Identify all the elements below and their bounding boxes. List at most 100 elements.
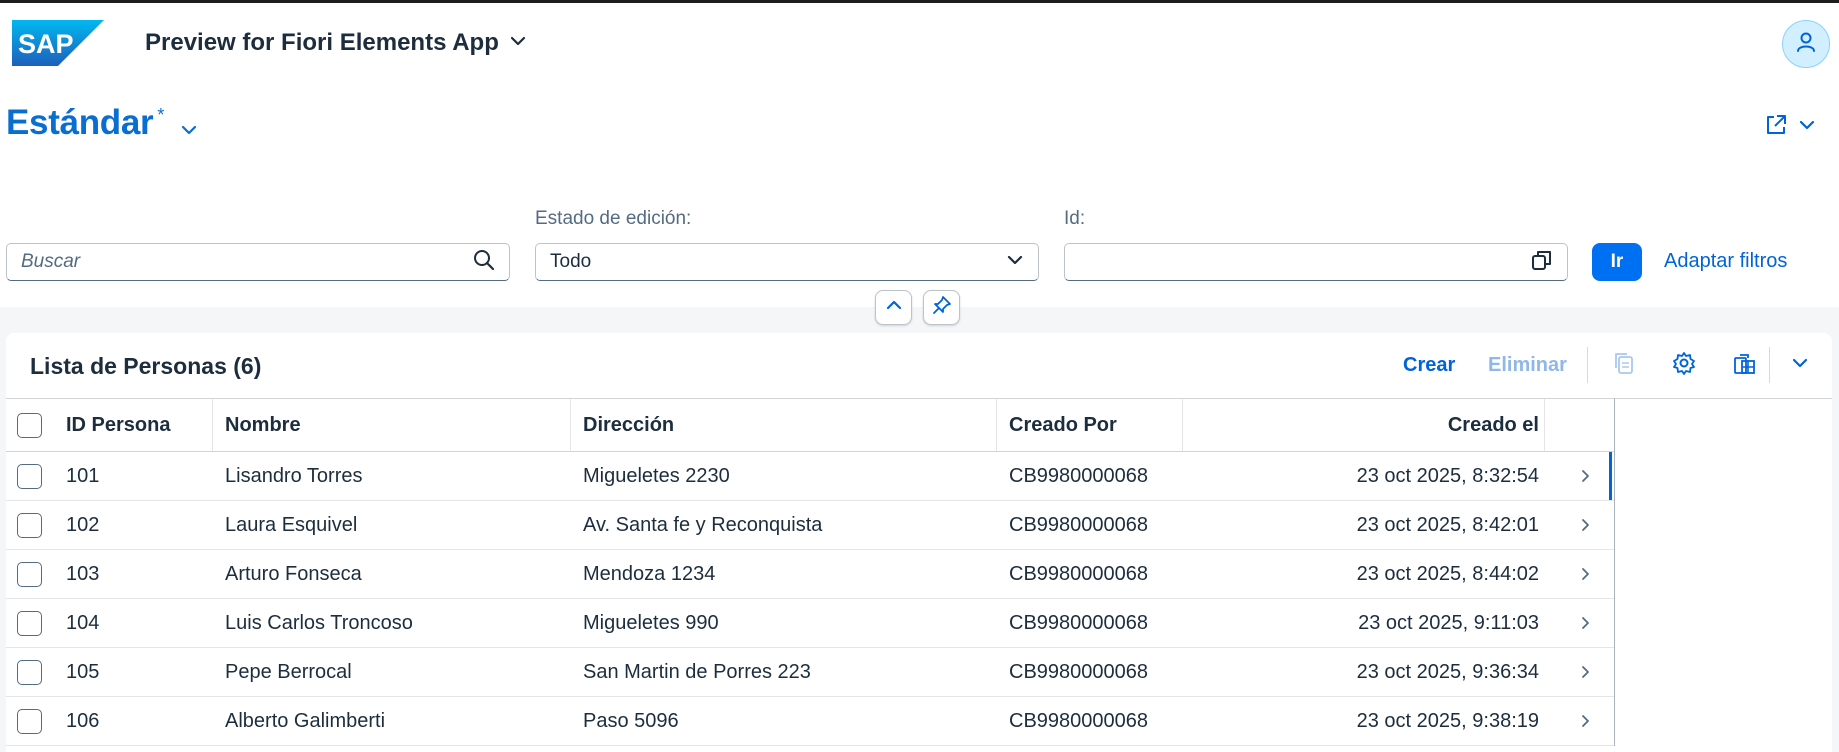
page-header: Estándar * Buscar Estado de edición: Tod… xyxy=(0,81,1839,307)
share-icon xyxy=(1764,113,1788,142)
cell-created-by: CB9980000068 xyxy=(1009,709,1149,732)
cell-created-on: 23 oct 2025, 8:32:54 xyxy=(1356,464,1539,487)
user-avatar-button[interactable] xyxy=(1782,20,1830,68)
variant-selector[interactable]: Estándar * xyxy=(6,103,198,144)
copy-icon xyxy=(1612,351,1636,380)
id-field[interactable] xyxy=(1064,243,1568,281)
cell-created-on: 23 oct 2025, 9:36:34 xyxy=(1356,660,1539,683)
row-checkbox[interactable] xyxy=(17,611,42,636)
copy-button[interactable] xyxy=(1608,349,1640,381)
column-header-created-by[interactable]: Creado Por xyxy=(1009,399,1117,451)
id-label: Id: xyxy=(1064,208,1086,229)
variant-modified-marker: * xyxy=(157,105,165,125)
table-row[interactable]: 105 Pepe Berrocal San Martin de Porres 2… xyxy=(6,648,1614,697)
edit-state-value: Todo xyxy=(550,251,592,272)
row-checkbox[interactable] xyxy=(17,709,42,734)
cell-address: Migueletes 2230 xyxy=(583,464,730,487)
pin-header-button[interactable] xyxy=(923,290,960,325)
table-row[interactable]: 106 Alberto Galimberti Paso 5096 CB99800… xyxy=(6,697,1614,746)
cell-created-by: CB9980000068 xyxy=(1009,611,1149,634)
cell-created-by: CB9980000068 xyxy=(1009,464,1149,487)
row-checkbox[interactable] xyxy=(17,660,42,685)
row-checkbox[interactable] xyxy=(17,562,42,587)
edit-state-select[interactable]: Todo xyxy=(535,243,1039,281)
person-icon xyxy=(1795,31,1817,58)
search-placeholder: Buscar xyxy=(21,251,81,272)
cell-address: Migueletes 990 xyxy=(583,611,719,634)
cell-created-by: CB9980000068 xyxy=(1009,562,1149,585)
cell-created-on: 23 oct 2025, 9:38:19 xyxy=(1356,709,1539,732)
cell-created-on: 23 oct 2025, 8:42:01 xyxy=(1356,513,1539,536)
cell-name: Laura Esquivel xyxy=(225,513,358,536)
table-row[interactable]: 101 Lisandro Torres Migueletes 2230 CB99… xyxy=(6,452,1614,501)
create-button[interactable]: Crear xyxy=(1403,354,1455,377)
settings-button[interactable] xyxy=(1668,349,1700,381)
cell-name: Arturo Fonseca xyxy=(225,562,362,585)
pin-icon xyxy=(932,295,952,320)
table-title: Lista de Personas (6) xyxy=(30,353,262,379)
edit-state-label: Estado de edición: xyxy=(535,208,692,229)
column-header-id[interactable]: ID Persona xyxy=(66,399,170,451)
row-navigation-chevron-icon[interactable] xyxy=(1570,599,1600,647)
cell-address: San Martin de Porres 223 xyxy=(583,660,811,683)
app-title: Preview for Fiori Elements App xyxy=(145,29,499,56)
chevron-down-icon xyxy=(1798,116,1816,139)
select-all-checkbox[interactable] xyxy=(17,413,42,438)
cell-address: Mendoza 1234 xyxy=(583,562,716,585)
row-checkbox[interactable] xyxy=(17,464,42,489)
cell-id: 104 xyxy=(66,611,100,634)
row-navigation-chevron-icon[interactable] xyxy=(1570,452,1600,500)
cell-created-on: 23 oct 2025, 8:44:02 xyxy=(1356,562,1539,585)
excel-export-icon xyxy=(1732,351,1756,380)
cell-created-by: CB9980000068 xyxy=(1009,513,1149,536)
cell-name: Lisandro Torres xyxy=(225,464,363,487)
app-title-menu[interactable]: Preview for Fiori Elements App xyxy=(145,29,527,57)
search-input[interactable]: Buscar xyxy=(6,243,510,281)
cell-address: Paso 5096 xyxy=(583,709,679,732)
value-help-icon[interactable] xyxy=(1531,249,1553,276)
table-row[interactable]: 104 Luis Carlos Troncoso Migueletes 990 … xyxy=(6,599,1614,648)
row-checkbox[interactable] xyxy=(17,513,42,538)
column-header-name[interactable]: Nombre xyxy=(225,399,301,451)
share-button[interactable] xyxy=(1764,113,1816,142)
row-navigation-chevron-icon[interactable] xyxy=(1570,550,1600,598)
variant-title: Estándar xyxy=(6,103,154,142)
row-focus-indicator xyxy=(1609,452,1612,500)
export-button[interactable] xyxy=(1728,349,1760,381)
persons-table: ID Persona Nombre Dirección Creado Por C… xyxy=(6,398,1615,746)
row-navigation-chevron-icon[interactable] xyxy=(1570,501,1600,549)
gear-icon xyxy=(1672,351,1696,380)
go-button[interactable]: Ir xyxy=(1592,243,1642,281)
cell-name: Luis Carlos Troncoso xyxy=(225,611,413,634)
chevron-down-icon xyxy=(509,29,527,57)
table-panel: Lista de Personas (6) Crear Eliminar ID … xyxy=(6,333,1832,752)
column-header-address[interactable]: Dirección xyxy=(583,399,674,451)
cell-address: Av. Santa fe y Reconquista xyxy=(583,513,823,536)
shell-bar: SAP Preview for Fiori Elements App xyxy=(0,3,1839,81)
chevron-down-icon xyxy=(1791,354,1809,377)
table-header-row: ID Persona Nombre Dirección Creado Por C… xyxy=(6,399,1614,452)
cell-id: 106 xyxy=(66,709,100,732)
chevron-up-icon xyxy=(885,296,903,319)
table-row[interactable]: 102 Laura Esquivel Av. Santa fe y Reconq… xyxy=(6,501,1614,550)
chevron-down-icon xyxy=(180,121,198,144)
search-icon[interactable] xyxy=(473,249,495,276)
cell-id: 103 xyxy=(66,562,100,585)
chevron-down-icon xyxy=(1006,251,1024,274)
cell-created-by: CB9980000068 xyxy=(1009,660,1149,683)
sap-logo[interactable]: SAP xyxy=(12,20,104,66)
table-header-line xyxy=(1615,398,1832,399)
logo-text: SAP xyxy=(18,29,74,59)
cell-id: 105 xyxy=(66,660,100,683)
export-menu-button[interactable] xyxy=(1784,349,1816,381)
table-row[interactable]: 103 Arturo Fonseca Mendoza 1234 CB998000… xyxy=(6,550,1614,599)
toolbar-separator xyxy=(1769,347,1770,383)
adapt-filters-button[interactable]: Adaptar filtros xyxy=(1664,250,1787,273)
cell-created-on: 23 oct 2025, 9:11:03 xyxy=(1358,611,1539,634)
row-navigation-chevron-icon[interactable] xyxy=(1570,697,1600,745)
cell-id: 101 xyxy=(66,464,100,487)
collapse-header-button[interactable] xyxy=(875,290,912,325)
column-header-created-on[interactable]: Creado el xyxy=(1195,399,1539,451)
row-navigation-chevron-icon[interactable] xyxy=(1570,648,1600,696)
delete-button[interactable]: Eliminar xyxy=(1488,354,1567,377)
